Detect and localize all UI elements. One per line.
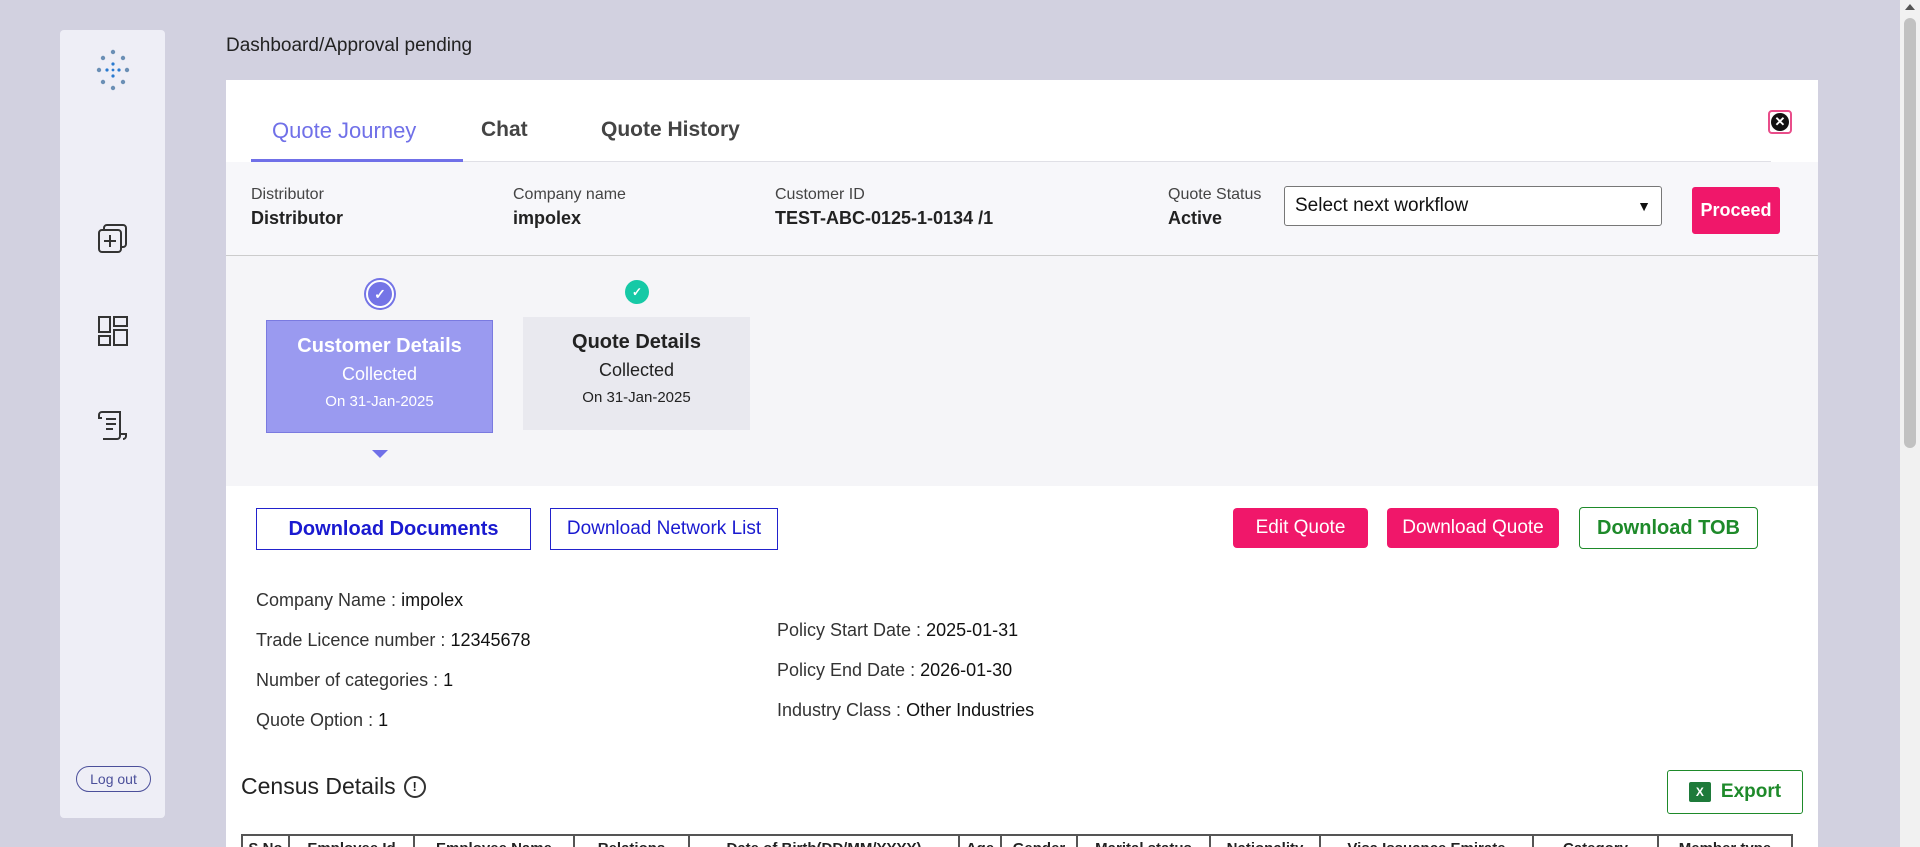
download-tob-button[interactable]: Download TOB [1579,507,1758,549]
column-header: Nationality [1209,834,1321,847]
tab-quote-journey[interactable]: Quote Journey [272,118,416,144]
step-customer-details[interactable]: Customer Details Collected On 31-Jan-202… [266,320,493,433]
journey-steps: ✓ Customer Details Collected On 31-Jan-2… [226,256,1818,486]
policy-start-value: 2025-01-31 [926,620,1019,640]
close-button[interactable]: ✕ [1768,110,1792,134]
step-status: Collected [598,360,675,380]
census-title-text: Census Details [241,773,396,799]
quote-option-row: Quote Option : 1 [256,710,388,731]
trade-licence-label: Trade Licence number : [256,630,446,650]
column-header: Relations [573,834,690,847]
step-status: Collected [341,364,418,384]
chevron-down-icon: ▼ [1637,198,1651,214]
excel-icon: X [1688,782,1711,802]
company-name-label: Company Name : [256,590,397,610]
quote-option-label: Quote Option : [256,710,374,730]
census-title: Census Details ! [241,773,426,800]
policy-start-label: Policy Start Date : [777,620,922,640]
quote-status-value: Active [1168,208,1223,228]
workflow-select-value: Select next workflow [1295,195,1469,216]
export-button[interactable]: X Export [1667,770,1803,814]
categories-value: 1 [443,670,454,690]
column-header: Marital status [1076,834,1211,847]
download-documents-button[interactable]: Download Documents [256,508,531,550]
column-header: Category [1532,834,1659,847]
document-scroll-icon[interactable] [96,408,130,442]
step-date: On 31-Jan-2025 [325,393,434,410]
info-icon[interactable]: ! [403,775,426,798]
column-header: Age [958,834,1002,847]
step-date: On 31-Jan-2025 [582,389,691,406]
categories-row: Number of categories : 1 [256,670,453,691]
new-quote-icon[interactable] [96,222,130,256]
census-header-row: S.No Employee Id Employee Name Relations… [241,834,1793,847]
tab-quote-history[interactable]: Quote History [601,118,740,142]
step-quote-details[interactable]: Quote Details Collected On 31-Jan-2025 [523,317,750,430]
edit-quote-button[interactable]: Edit Quote [1233,508,1368,548]
column-header: Date of Birth(DD/MM/YYYY) [688,834,960,847]
policy-end-value: 2026-01-30 [920,660,1013,680]
company-value: impolex [513,208,582,228]
tab-bar: Quote Journey Chat Quote History [251,80,1771,162]
column-header: S.No [241,834,290,847]
workflow-select[interactable]: Select next workflow ▼ [1284,186,1662,226]
scrollbar-thumb[interactable] [1904,18,1916,448]
industry-class-label: Industry Class : [777,700,902,720]
policy-end-row: Policy End Date : 2026-01-30 [777,660,1012,681]
breadcrumb: Dashboard/Approval pending [226,35,473,56]
column-header: Employee Id [288,834,415,847]
distributor-label: Distributor [251,186,324,203]
app-logo-icon[interactable] [94,48,132,98]
company-name-row: Company Name : impolex [256,590,463,611]
census-table: S.No Employee Id Employee Name Relations… [241,834,1793,847]
dashboard-icon[interactable] [96,314,130,348]
column-header: Employee Name [413,834,575,847]
policy-end-label: Policy End Date : [777,660,916,680]
check-circle-icon: ✓ [366,280,394,308]
quote-status-label: Quote Status [1168,186,1262,203]
column-header: Gender [1000,834,1078,847]
customer-id-label: Customer ID [775,186,865,203]
distributor-value: Distributor [251,208,343,228]
download-network-list-button[interactable]: Download Network List [550,508,778,550]
industry-class-row: Industry Class : Other Industries [777,700,1034,721]
column-header: Visa Issuance Emirate [1319,834,1534,847]
column-header: Member type [1657,834,1793,847]
caret-down-icon [372,450,388,458]
industry-class-value: Other Industries [906,700,1035,720]
scroll-up-arrow-icon[interactable] [1905,4,1915,10]
tab-chat[interactable]: Chat [481,118,528,142]
step-title: Customer Details [297,335,462,357]
trade-licence-row: Trade Licence number : 12345678 [256,630,531,651]
step-title: Quote Details [572,331,701,353]
sidebar: Log out [60,30,165,818]
proceed-button[interactable]: Proceed [1692,187,1780,234]
check-circle-icon: ✓ [625,280,649,304]
company-name-value: impolex [401,590,464,610]
trade-licence-value: 12345678 [450,630,531,650]
policy-start-row: Policy Start Date : 2025-01-31 [777,620,1018,641]
categories-label: Number of categories : [256,670,439,690]
customer-id-value: TEST-ABC-0125-1-0134 /1 [775,208,994,228]
logout-button[interactable]: Log out [76,766,151,792]
quote-option-value: 1 [378,710,389,730]
export-label: Export [1720,781,1782,802]
quote-card: Quote Journey Chat Quote History ✕ Distr… [226,80,1818,847]
close-icon: ✕ [1771,113,1789,131]
company-label: Company name [513,186,626,203]
page-scrollbar[interactable] [1900,0,1920,847]
download-quote-button[interactable]: Download Quote [1387,508,1559,548]
